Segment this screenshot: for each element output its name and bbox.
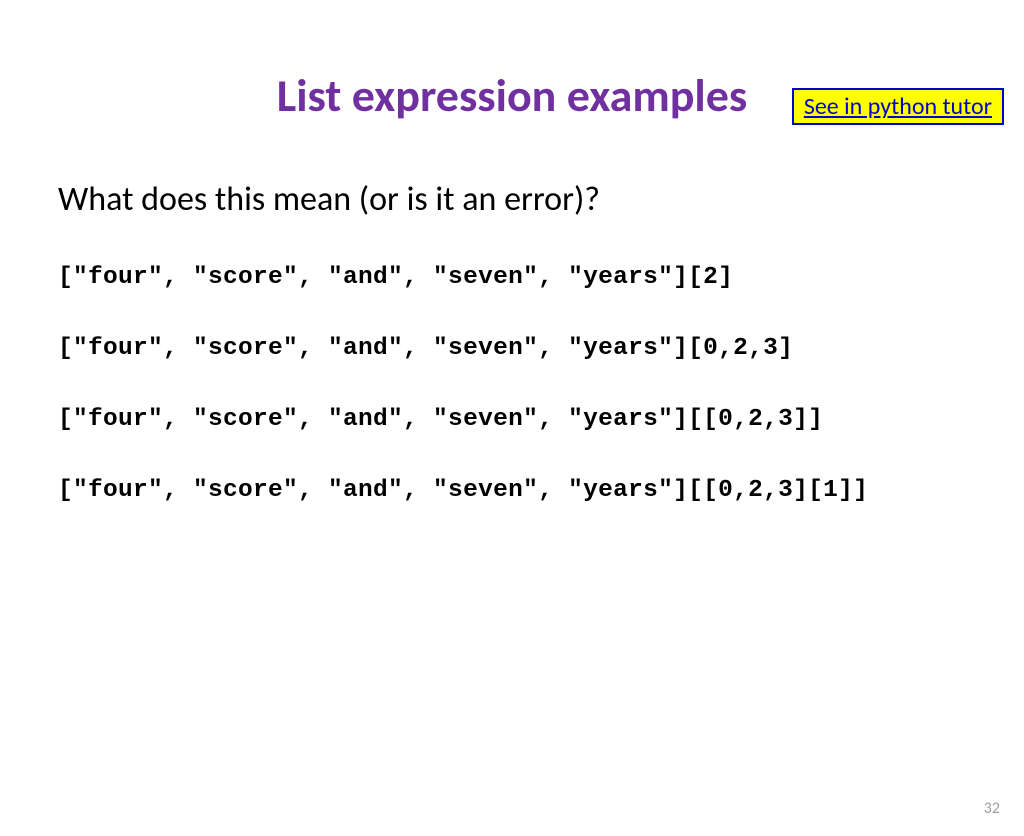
code-line: ["four", "score", "and", "seven", "years…	[58, 406, 1024, 433]
question-text: What does this mean (or is it an error)?	[58, 179, 1024, 220]
page-number: 32	[984, 799, 1000, 818]
code-line: ["four", "score", "and", "seven", "years…	[58, 477, 1024, 504]
code-block: ["four", "score", "and", "seven", "years…	[58, 264, 1024, 504]
code-line: ["four", "score", "and", "seven", "years…	[58, 264, 1024, 291]
python-tutor-link[interactable]: See in python tutor	[792, 88, 1004, 125]
code-line: ["four", "score", "and", "seven", "years…	[58, 335, 1024, 362]
